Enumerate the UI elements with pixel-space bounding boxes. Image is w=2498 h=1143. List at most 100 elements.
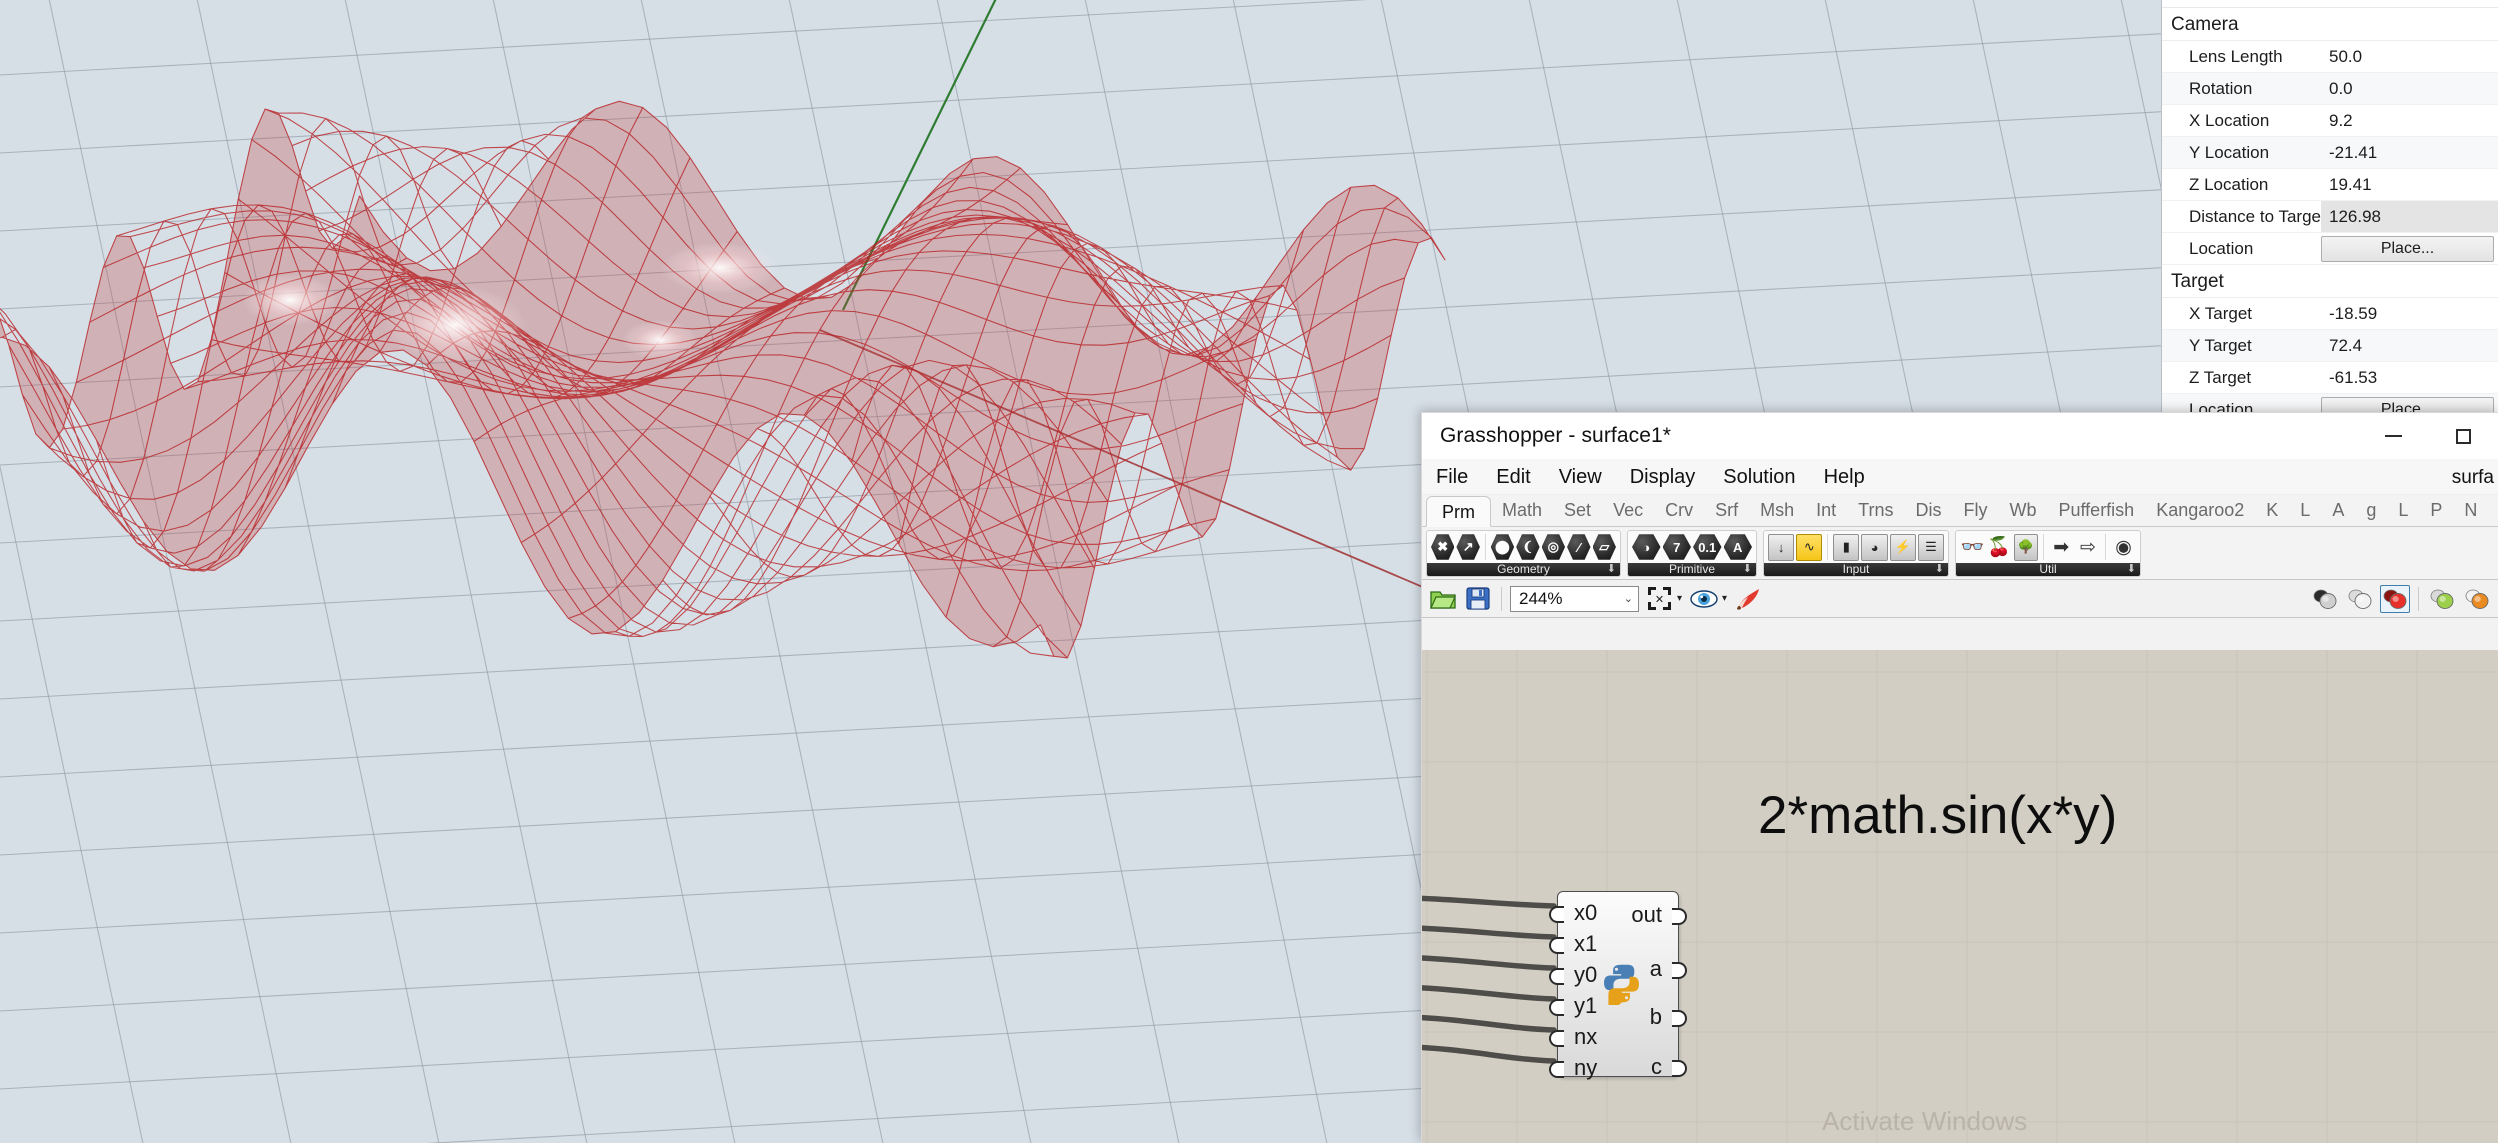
primitive-number-icon[interactable]: 0.1 — [1693, 534, 1722, 560]
input-graph-mapper-icon[interactable]: ∿ — [1796, 533, 1823, 561]
property-row[interactable]: Rotation 0.0 — [2162, 73, 2498, 105]
util-receiver-icon[interactable]: ➡ — [2049, 534, 2074, 561]
input-number-slider-icon[interactable]: ↓ — [1768, 533, 1795, 561]
geometry-brep-icon[interactable]: ⬤ — [1490, 534, 1515, 560]
tab-math[interactable]: Math — [1491, 495, 1553, 526]
preview-transparency-icon[interactable] — [2462, 585, 2492, 613]
open-folder-icon[interactable] — [1428, 585, 1458, 613]
input-value-list-icon[interactable]: ⚡ — [1889, 533, 1916, 561]
tab-g[interactable]: g — [2355, 495, 2387, 526]
tab-l[interactable]: L — [2289, 495, 2321, 526]
preview-wireframe-icon[interactable] — [2345, 585, 2375, 613]
property-value[interactable]: 9.2 — [2321, 111, 2498, 131]
property-value[interactable]: -21.41 — [2321, 143, 2498, 163]
tab-kangaroo2[interactable]: Kangaroo2 — [2145, 495, 2255, 526]
input-button-icon[interactable]: ◕ — [1861, 533, 1888, 561]
property-value[interactable]: 0.0 — [2321, 79, 2498, 99]
grasshopper-menubar[interactable]: File Edit View Display Solution Help surfa — [1422, 459, 2498, 495]
util-cherry-picker-icon[interactable]: 🍒 — [1987, 534, 2012, 561]
maximize-button[interactable] — [2428, 413, 2498, 459]
tab-p[interactable]: P — [2419, 495, 2453, 526]
tab-crv[interactable]: Crv — [1654, 495, 1704, 526]
property-row[interactable]: Distance to Target 126.98 — [2162, 201, 2498, 233]
geometry-line-icon[interactable]: ⁄ — [1567, 534, 1591, 560]
util-preview-glasses-icon[interactable]: 👓 — [1960, 534, 1985, 561]
preview-eye-icon[interactable] — [1689, 585, 1719, 613]
grasshopper-canvas[interactable]: x0 x1 y0 y1 nx ny out a b c 2*math.sin(x*y) Acti… — [1422, 650, 2498, 1143]
tab-int[interactable]: Int — [1805, 495, 1847, 526]
util-cluster-icon[interactable]: ◉ — [2111, 534, 2136, 561]
tab-msh[interactable]: Msh — [1749, 495, 1805, 526]
tab-dis[interactable]: Dis — [1904, 495, 1952, 526]
preview-mesh-quality-icon[interactable] — [2427, 585, 2457, 613]
minimize-button[interactable] — [2358, 413, 2428, 459]
geometry-surface-icon[interactable]: ◎ — [1541, 534, 1566, 560]
input-port-y1[interactable] — [1549, 999, 1564, 1016]
tab-k[interactable]: K — [2255, 495, 2289, 526]
tab-n[interactable]: N — [2453, 495, 2488, 526]
preview-shaded-off-icon[interactable] — [2310, 585, 2340, 613]
tab-vec[interactable]: Vec — [1602, 495, 1654, 526]
util-relay-icon[interactable]: ⇨ — [2076, 534, 2101, 561]
primitive-integer-icon[interactable]: 7 — [1662, 534, 1691, 560]
menu-item-edit[interactable]: Edit — [1482, 459, 1544, 495]
paint-brush-icon[interactable] — [1734, 585, 1764, 613]
property-row[interactable]: Z Location 19.41 — [2162, 169, 2498, 201]
tab-a[interactable]: A — [2321, 495, 2355, 526]
tab-set[interactable]: Set — [1553, 495, 1602, 526]
ribbon-expand-arrow-icon[interactable]: ⬇ — [2127, 564, 2136, 575]
property-row[interactable]: Z Target -61.53 — [2162, 362, 2498, 394]
tab-prm[interactable]: Prm — [1426, 496, 1491, 527]
tab-fly[interactable]: Fly — [1952, 495, 1998, 526]
tab-srf[interactable]: Srf — [1704, 495, 1749, 526]
menu-item-display[interactable]: Display — [1616, 459, 1710, 495]
chevron-down-icon[interactable]: ▾ — [1677, 593, 1682, 604]
property-value[interactable]: 72.4 — [2321, 336, 2498, 356]
grasshopper-window[interactable]: Grasshopper - surface1* File Edit View Disp… — [1421, 412, 2498, 1143]
save-floppy-icon[interactable] — [1463, 585, 1493, 613]
component-ribbon[interactable]: ✖ ↗ ⬤ ❨ ◎ ⁄ ▱ Geometry ⬇ ◑ 7 0.1 A Primitive ⬇ ↓ ∿ ▮ ◕ ⚡ ☰ In… — [1422, 527, 2498, 580]
property-row[interactable]: X Location 9.2 — [2162, 105, 2498, 137]
input-panel-icon[interactable]: ☰ — [1917, 533, 1945, 561]
input-port-ny[interactable] — [1549, 1061, 1564, 1078]
geometry-cull-icon[interactable]: ✖ — [1431, 534, 1455, 560]
input-port-y0[interactable] — [1549, 968, 1564, 985]
property-value[interactable]: 50.0 — [2321, 47, 2498, 67]
preview-mode-buttons[interactable] — [2310, 584, 2492, 613]
property-row[interactable]: Location Place... — [2162, 233, 2498, 265]
input-port-nx[interactable] — [1549, 1030, 1564, 1047]
geometry-mesh-icon[interactable]: ▱ — [1592, 534, 1616, 560]
geometry-curve-icon[interactable]: ❨ — [1516, 534, 1540, 560]
property-row[interactable]: Lens Length 50.0 — [2162, 41, 2498, 73]
grasshopper-titlebar[interactable]: Grasshopper - surface1* — [1422, 413, 2498, 459]
chevron-down-icon[interactable]: ▾ — [1722, 593, 1727, 604]
preview-shaded-icon[interactable] — [2380, 584, 2410, 613]
zoom-extents-icon[interactable]: ✕ — [1644, 585, 1674, 613]
zoom-level-select[interactable]: 244% ⌄ — [1510, 585, 1639, 612]
property-value[interactable]: -61.53 — [2321, 368, 2498, 388]
component-category-tabs[interactable]: Prm Math Set Vec Crv Srf Msh Int Trns Dis Fly Wb Puf… — [1422, 495, 2498, 527]
property-value[interactable]: -18.59 — [2321, 304, 2498, 324]
input-boolean-toggle-icon[interactable]: ▮ — [1833, 533, 1860, 561]
tab-pufferfish[interactable]: Pufferfish — [2047, 495, 2145, 526]
property-row[interactable]: X Target -18.59 — [2162, 298, 2498, 330]
tab-l[interactable]: L — [2387, 495, 2419, 526]
python-script-component[interactable]: x0 x1 y0 y1 nx ny out a b c — [1549, 891, 1687, 1080]
property-value[interactable]: 126.98 — [2321, 201, 2498, 232]
menu-item-view[interactable]: View — [1545, 459, 1616, 495]
primitive-boolean-icon[interactable]: ◑ — [1632, 534, 1661, 560]
tab-wb[interactable]: Wb — [1998, 495, 2047, 526]
property-value[interactable]: 19.41 — [2321, 175, 2498, 195]
ribbon-expand-arrow-icon[interactable]: ⬇ — [1935, 564, 1944, 575]
primitive-text-icon[interactable]: A — [1723, 534, 1752, 560]
ribbon-expand-arrow-icon[interactable]: ⬇ — [1743, 564, 1752, 575]
input-port-x1[interactable] — [1549, 937, 1564, 954]
property-row[interactable]: Y Target 72.4 — [2162, 330, 2498, 362]
input-port-x0[interactable] — [1549, 906, 1564, 923]
camera-properties-panel[interactable]: Camera Lens Length 50.0 Rotation 0.0 X Locati… — [2161, 0, 2498, 421]
util-data-tree-icon[interactable]: 🌳 — [2013, 533, 2038, 561]
menu-item-help[interactable]: Help — [1810, 459, 1879, 495]
menu-item-file[interactable]: File — [1422, 459, 1482, 495]
place-button[interactable]: Place... — [2321, 235, 2494, 262]
property-row[interactable]: Y Location -21.41 — [2162, 137, 2498, 169]
